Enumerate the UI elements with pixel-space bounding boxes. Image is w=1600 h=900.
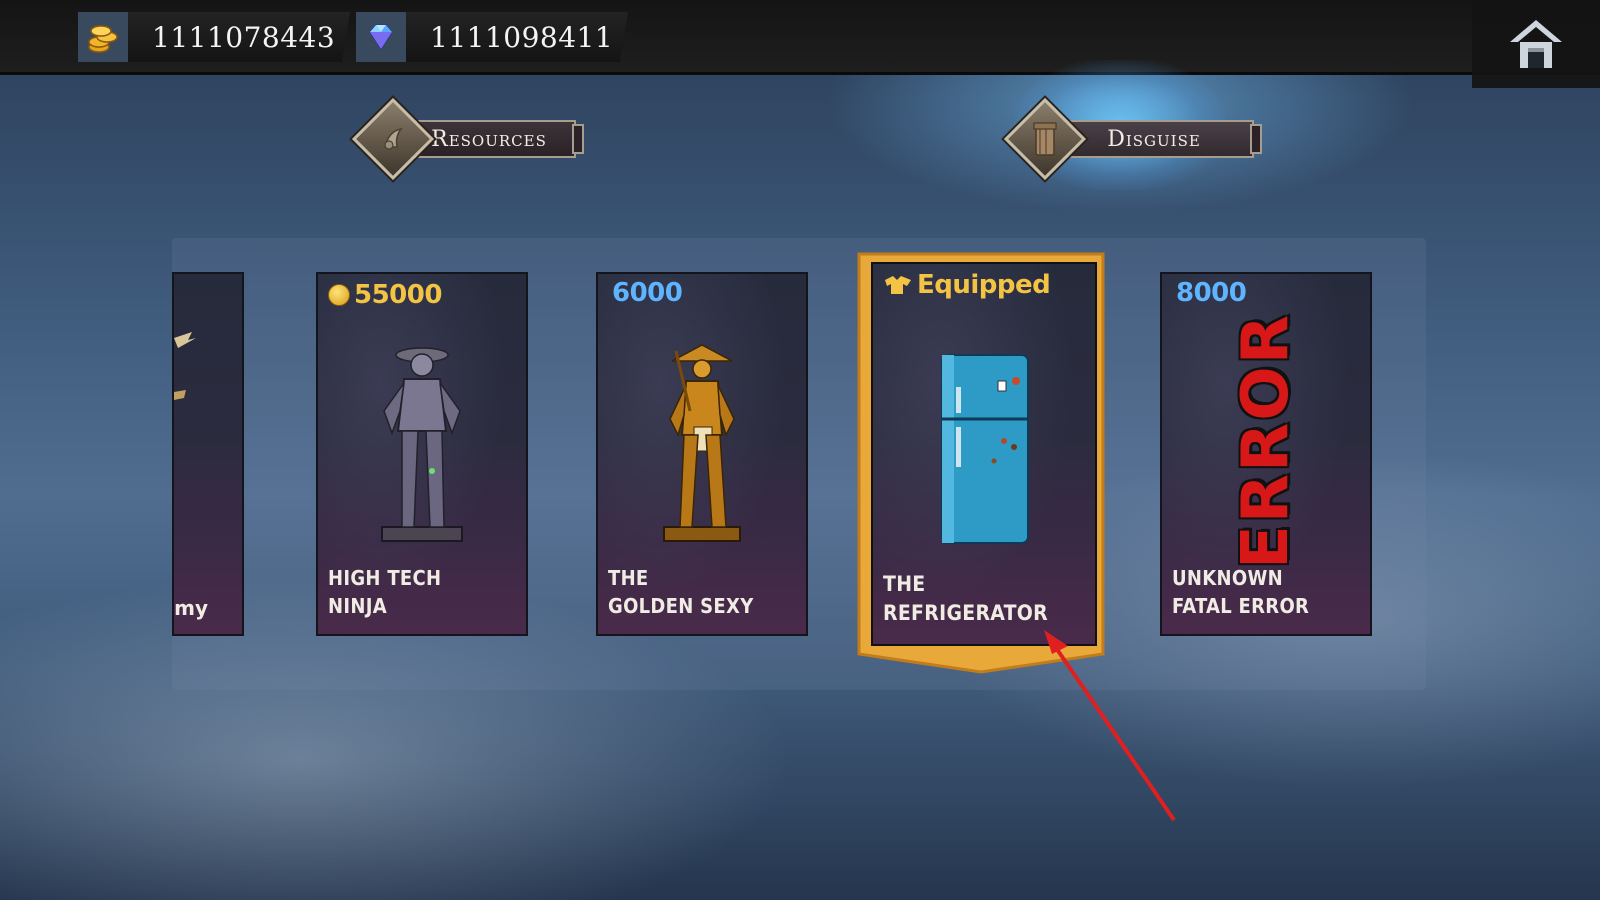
- card-name: High Tech Ninja: [328, 566, 442, 618]
- top-bar: 1111078443 1111098411: [0, 0, 1600, 75]
- tab-resources[interactable]: Resources: [351, 97, 584, 181]
- gem-counter: 1111098411: [356, 12, 628, 62]
- partial-art: [174, 332, 196, 400]
- disguise-card-fatal-error[interactable]: 8000 ERROR Unknown Fatal Error: [1160, 272, 1372, 636]
- card-name: The Golden Sexy: [608, 566, 754, 618]
- disguise-card-refrigerator[interactable]: Equipped The Refrigerator: [871, 262, 1097, 646]
- diamond-gem-icon: [356, 12, 406, 62]
- card-price: 55000: [328, 280, 442, 310]
- disguise-card-golden-sexy[interactable]: 6000 The Golden Sexy: [596, 272, 808, 636]
- card-name: Unknown Fatal Error: [1172, 566, 1310, 618]
- golden-statue-art: [598, 326, 806, 556]
- coin-counter: 1111078443: [78, 12, 350, 62]
- card-name: The Refrigerator: [883, 572, 1048, 625]
- disguise-icon: [1003, 97, 1087, 181]
- home-button[interactable]: [1472, 0, 1600, 88]
- gem-amount: 1111098411: [430, 20, 614, 54]
- disguise-card-partial[interactable]: mmy: [172, 272, 244, 636]
- card-name: mmy: [174, 596, 208, 620]
- coin-amount: 1111078443: [152, 20, 336, 54]
- coin-icon: [328, 284, 350, 306]
- equipped-status: Equipped: [883, 270, 1051, 300]
- resource-icon: [351, 97, 435, 181]
- error-art: ERROR: [1229, 313, 1303, 569]
- tab-disguise[interactable]: Disguise: [1003, 97, 1262, 181]
- shirt-icon: [885, 276, 911, 294]
- refrigerator-art: [873, 336, 1095, 566]
- disguise-card-high-tech-ninja[interactable]: 55000 High Tech Ninja: [316, 272, 528, 636]
- coin-stack-icon: [78, 12, 128, 62]
- ninja-statue-art: [318, 326, 526, 556]
- card-price: 8000: [1176, 278, 1247, 308]
- home-icon: [1510, 20, 1562, 68]
- card-price: 6000: [612, 278, 683, 308]
